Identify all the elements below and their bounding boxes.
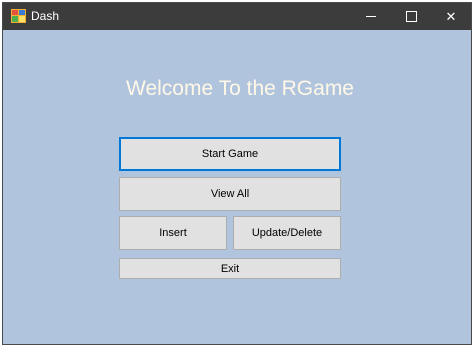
insert-label: Insert — [159, 227, 187, 239]
form-client-area: Welcome To the RGame Start Game View All… — [3, 30, 471, 344]
title-bar[interactable]: Dash ✕ — [3, 3, 471, 30]
update-delete-button[interactable]: Update/Delete — [233, 216, 341, 250]
maximize-icon — [405, 11, 417, 22]
view-all-button[interactable]: View All — [119, 177, 341, 211]
start-game-button[interactable]: Start Game — [119, 137, 341, 171]
insert-button[interactable]: Insert — [119, 216, 227, 250]
exit-button[interactable]: Exit — [119, 258, 341, 279]
minimize-icon — [366, 16, 376, 17]
start-game-label: Start Game — [201, 148, 259, 160]
exit-label: Exit — [220, 262, 240, 275]
dash-window: Dash ✕ Welcome To the RGame Start Game V… — [2, 2, 472, 345]
view-all-label: View All — [210, 188, 250, 200]
update-delete-label: Update/Delete — [251, 227, 323, 239]
maximize-button[interactable] — [391, 3, 431, 30]
window-title: Dash — [31, 9, 60, 23]
welcome-heading: Welcome To the RGame — [126, 77, 354, 100]
close-button[interactable]: ✕ — [431, 3, 471, 30]
close-icon: ✕ — [445, 8, 457, 24]
minimize-button[interactable] — [351, 3, 391, 30]
app-icon — [11, 9, 26, 23]
